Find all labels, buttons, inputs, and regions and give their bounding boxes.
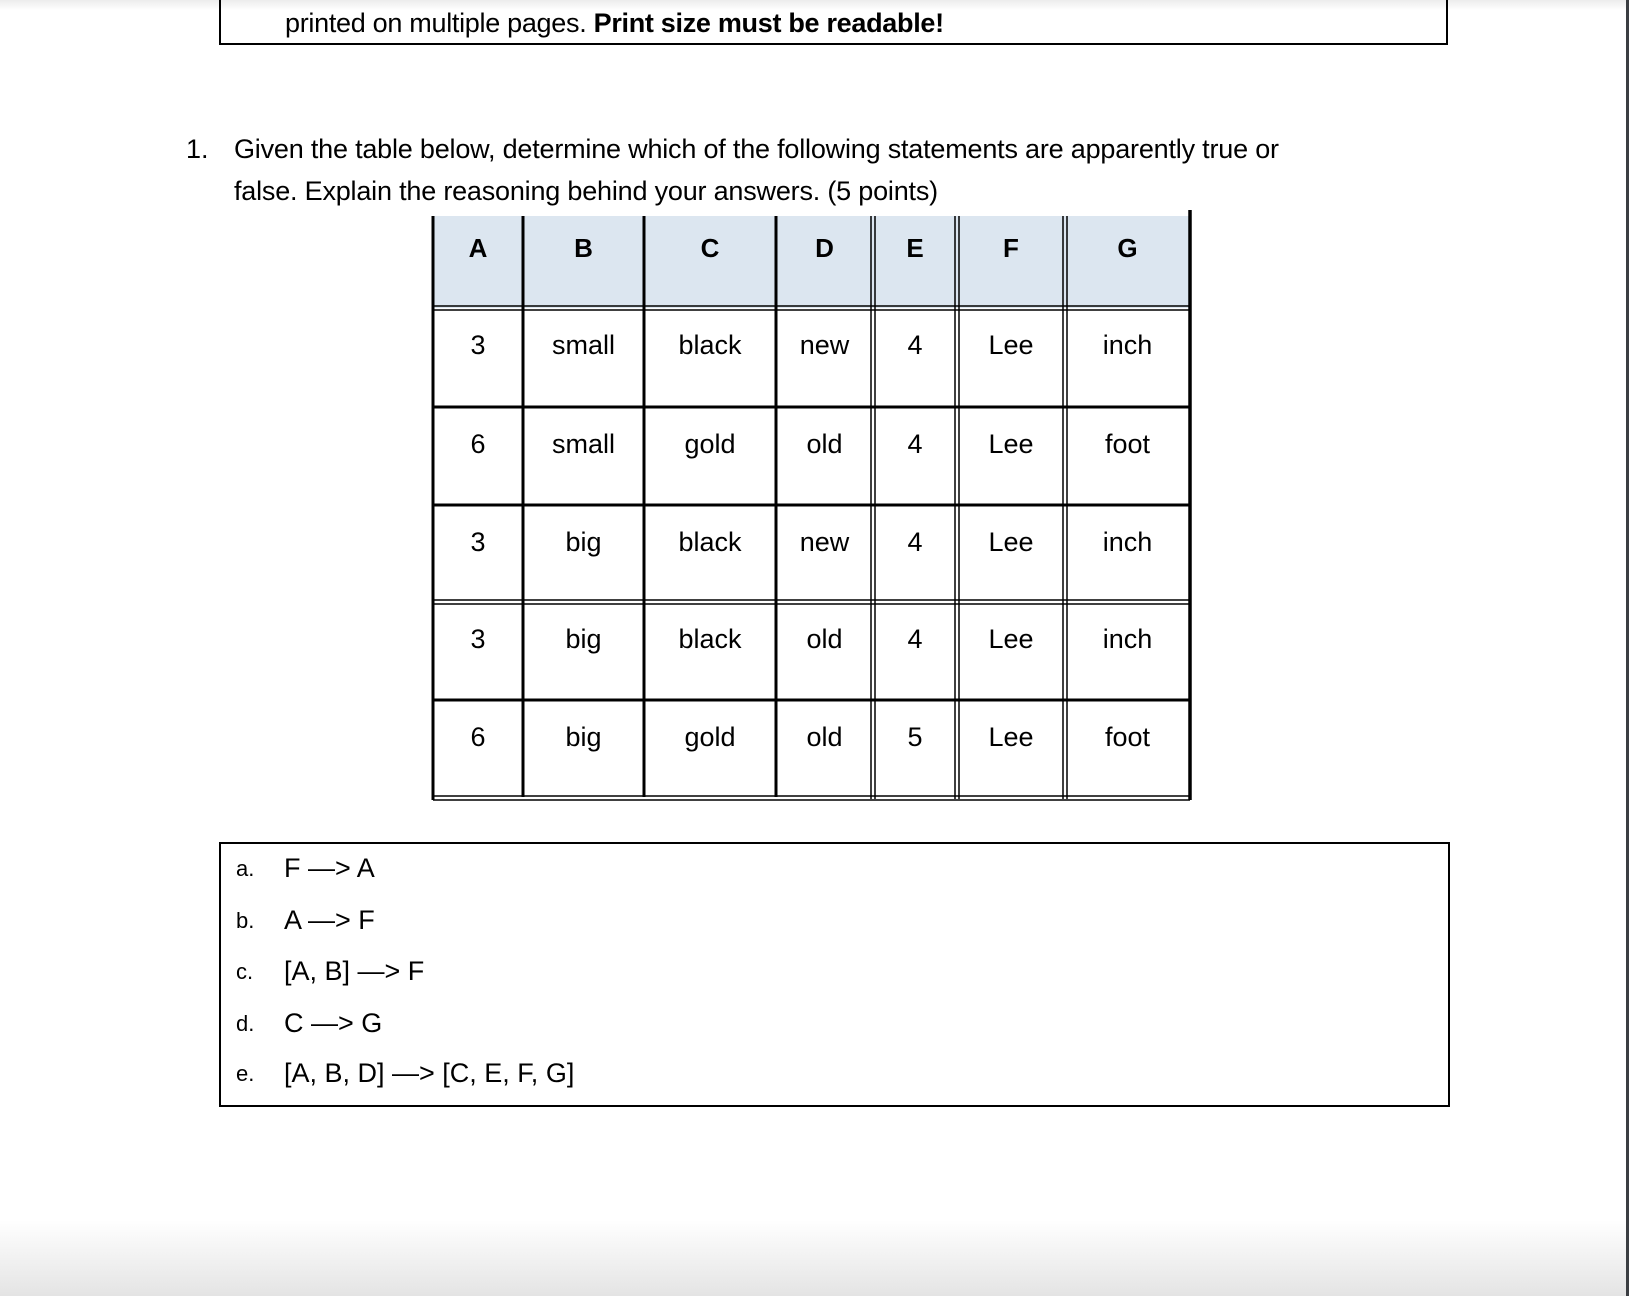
statement-letter: c. <box>236 959 254 984</box>
statement-letter: e. <box>236 1061 255 1086</box>
question-number: 1. <box>186 134 209 164</box>
statement-item: c. [A, B] —> F <box>221 956 1121 999</box>
statement-letter: a. <box>236 856 255 881</box>
statement-letter: d. <box>236 1011 255 1036</box>
page-bottom-shadow <box>0 1220 1626 1296</box>
question-text-line-2: false. Explain the reasoning behind your… <box>234 176 938 206</box>
statement-item: d. C —> G <box>221 1008 1121 1051</box>
instructions-normal-text: printed on multiple pages. <box>285 8 594 38</box>
statement-item: a. F —> A <box>221 853 1121 896</box>
statement-item: b. A —> F <box>221 905 1121 948</box>
statement-text: F —> A <box>284 853 375 883</box>
instructions-bold-text: Print size must be readable! <box>593 8 945 38</box>
statement-letter: b. <box>236 908 255 933</box>
statement-text: A —> F <box>284 905 375 935</box>
table-grid-lines <box>431 210 1192 801</box>
question-text-line-1: Given the table below, determine which o… <box>234 134 1279 164</box>
instructions-text: printed on multiple pages. Print size mu… <box>285 8 944 39</box>
statement-text: [A, B] —> F <box>284 956 425 986</box>
instructions-box: printed on multiple pages. Print size mu… <box>219 0 1448 45</box>
statement-item: e. [A, B, D] —> [C, E, F, G] <box>221 1058 1121 1101</box>
statement-text: C —> G <box>284 1008 383 1038</box>
statements-box: a. F —> A b. A —> F c. [A, B] —> F d. C —> G e. [… <box>219 842 1450 1107</box>
statement-text: [A, B, D] —> [C, E, F, G] <box>284 1058 575 1088</box>
